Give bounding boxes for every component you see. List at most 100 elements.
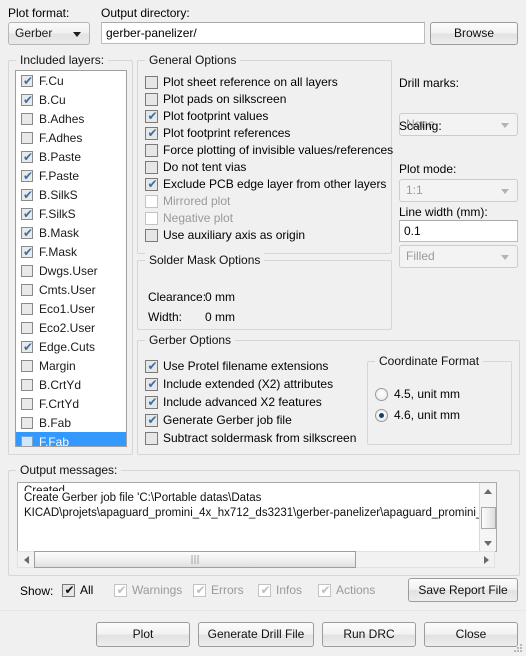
output-messages-vertical-scrollbar[interactable] (479, 483, 496, 551)
resize-grip[interactable] (512, 642, 524, 654)
general-option-checkbox[interactable]: ✔ Plot footprint references (145, 126, 290, 140)
scaling-combo[interactable]: 1:1 (399, 179, 518, 202)
scroll-down-icon[interactable] (480, 535, 496, 551)
plot-button[interactable]: Plot (96, 622, 190, 647)
gerber-option-checkbox[interactable]: ✔ Include extended (X2) attributes (145, 377, 333, 391)
plot-format-combo[interactable]: Gerber (8, 22, 90, 45)
gerber-option-checkbox[interactable]: Subtract soldermask from silkscreen (145, 431, 356, 445)
layer-list-item[interactable]: Margin (16, 356, 126, 375)
checkbox-box[interactable] (145, 92, 158, 106)
general-option-checkbox[interactable]: Plot pads on silkscreen (145, 92, 286, 106)
layer-list-item[interactable]: F.Fab (16, 432, 126, 446)
checkbox-label: Subtract soldermask from silkscreen (163, 431, 357, 445)
vertical-scroll-thumb[interactable] (481, 507, 496, 529)
layer-list-item[interactable]: Eco1.User (16, 299, 126, 318)
checkbox-box[interactable]: ✔ (145, 359, 158, 373)
general-option-checkbox[interactable]: ✔ Exclude PCB edge layer from other layer… (145, 177, 386, 191)
checkbox-box[interactable]: ✔ (145, 395, 158, 409)
layer-list-item[interactable]: ✔ B.SilkS (16, 185, 126, 204)
checkbox-box[interactable]: ✔ (145, 377, 158, 391)
checkbox-box[interactable]: ✔ (145, 126, 158, 140)
checkbox-box[interactable] (145, 228, 158, 242)
checkbox-box[interactable]: ✔ (62, 583, 75, 597)
radio-button[interactable] (375, 408, 388, 422)
checkbox-box: ✔ (114, 583, 127, 597)
general-option-checkbox[interactable]: Do not tent vias (145, 160, 246, 174)
close-button[interactable]: Close (424, 622, 518, 647)
general-option-checkbox[interactable]: Plot sheet reference on all layers (145, 75, 338, 89)
layer-label: Edge.Cuts (39, 339, 96, 354)
checkbox-box[interactable]: ✔ (145, 413, 158, 427)
layer-list-item[interactable]: Cmts.User (16, 280, 126, 299)
radio-button[interactable] (375, 387, 388, 401)
layer-checkbox[interactable]: ✔ (21, 340, 33, 354)
layer-list-item[interactable]: B.Fab (16, 413, 126, 432)
general-option-checkbox[interactable]: Force plotting of invisible values/refer… (145, 143, 393, 157)
checkbox-label: Plot sheet reference on all layers (163, 75, 338, 89)
layer-checkbox[interactable] (21, 264, 33, 277)
layer-checkbox[interactable] (21, 112, 33, 125)
layer-list-item[interactable]: F.CrtYd (16, 394, 126, 413)
horizontal-scroll-thumb[interactable]: ||| (34, 551, 356, 568)
layer-list-item[interactable]: ✔ B.Paste (16, 147, 126, 166)
gerber-option-checkbox[interactable]: ✔ Use Protel filename extensions (145, 359, 328, 373)
layer-list-item[interactable]: ✔ B.Cu (16, 90, 126, 109)
checkbox-box[interactable] (145, 75, 158, 89)
checkbox-label: Use Protel filename extensions (163, 359, 329, 373)
plot-mode-combo[interactable]: Filled (399, 245, 518, 268)
browse-button[interactable]: Browse (430, 22, 518, 45)
gerber-option-checkbox[interactable]: ✔ Generate Gerber job file (145, 413, 292, 427)
checkbox-box[interactable]: ✔ (145, 177, 158, 191)
layer-list-item[interactable]: ✔ Edge.Cuts (16, 337, 126, 356)
layer-checkbox[interactable]: ✔ (21, 188, 33, 202)
output-messages-horizontal-scrollbar[interactable]: ||| (17, 551, 495, 568)
output-directory-input[interactable] (101, 22, 425, 44)
scroll-right-icon[interactable] (478, 552, 494, 567)
layer-list-item[interactable]: ✔ F.Mask (16, 242, 126, 261)
layer-checkbox[interactable] (21, 397, 33, 410)
layer-list-item[interactable]: B.Adhes (16, 109, 126, 128)
layer-list-item[interactable]: ✔ F.SilkS (16, 204, 126, 223)
included-layers-list[interactable]: ✔ F.Cu ✔ B.Cu B.Adhes F.Adhes ✔ B.Paste ✔ F.Paste… (15, 70, 127, 447)
layer-checkbox[interactable]: ✔ (21, 169, 33, 183)
layer-checkbox[interactable] (21, 302, 33, 315)
save-report-file-button[interactable]: Save Report File (408, 578, 518, 602)
layer-list-item[interactable]: ✔ F.Paste (16, 166, 126, 185)
scroll-left-icon[interactable] (18, 552, 34, 567)
layer-checkbox[interactable] (21, 283, 33, 296)
layer-checkbox[interactable]: ✔ (21, 150, 33, 164)
coordinate-format-radio[interactable]: 4.6, unit mm (375, 408, 460, 422)
checkbox-box[interactable] (145, 160, 158, 174)
coordinate-format-radio[interactable]: 4.5, unit mm (375, 387, 460, 401)
layer-list-item[interactable]: F.Adhes (16, 128, 126, 147)
layer-list-item[interactable]: ✔ F.Cu (16, 71, 126, 90)
run-drc-button[interactable]: Run DRC (322, 622, 416, 647)
layer-checkbox[interactable]: ✔ (21, 93, 33, 107)
output-messages-area[interactable]: Created. Create Gerber job file 'C:\Port… (17, 482, 497, 552)
layer-checkbox[interactable] (21, 416, 33, 429)
checkbox-box[interactable] (145, 143, 158, 157)
layer-checkbox[interactable]: ✔ (21, 207, 33, 221)
gerber-option-checkbox[interactable]: ✔ Include advanced X2 features (145, 395, 322, 409)
general-option-checkbox[interactable]: Use auxiliary axis as origin (145, 228, 305, 242)
layer-checkbox[interactable] (21, 435, 33, 446)
layer-checkbox[interactable]: ✔ (21, 245, 33, 259)
layer-list-item[interactable]: Eco2.User (16, 318, 126, 337)
scroll-up-icon[interactable] (480, 483, 496, 499)
layer-label: Eco2.User (39, 320, 96, 335)
layer-checkbox[interactable] (21, 131, 33, 144)
layer-list-item[interactable]: Dwgs.User (16, 261, 126, 280)
generate-drill-file-button[interactable]: Generate Drill File (198, 622, 314, 647)
checkbox-box[interactable]: ✔ (145, 109, 158, 123)
line-width-input[interactable] (399, 220, 518, 242)
checkbox-box[interactable] (145, 431, 158, 445)
show-filter-checkbox[interactable]: ✔ All (62, 583, 93, 597)
layer-list-item[interactable]: B.CrtYd (16, 375, 126, 394)
layer-checkbox[interactable] (21, 378, 33, 391)
layer-checkbox[interactable]: ✔ (21, 74, 33, 88)
general-option-checkbox[interactable]: ✔ Plot footprint values (145, 109, 268, 123)
layer-list-item[interactable]: ✔ B.Mask (16, 223, 126, 242)
layer-checkbox[interactable]: ✔ (21, 226, 33, 240)
layer-checkbox[interactable] (21, 321, 33, 334)
layer-checkbox[interactable] (21, 359, 33, 372)
